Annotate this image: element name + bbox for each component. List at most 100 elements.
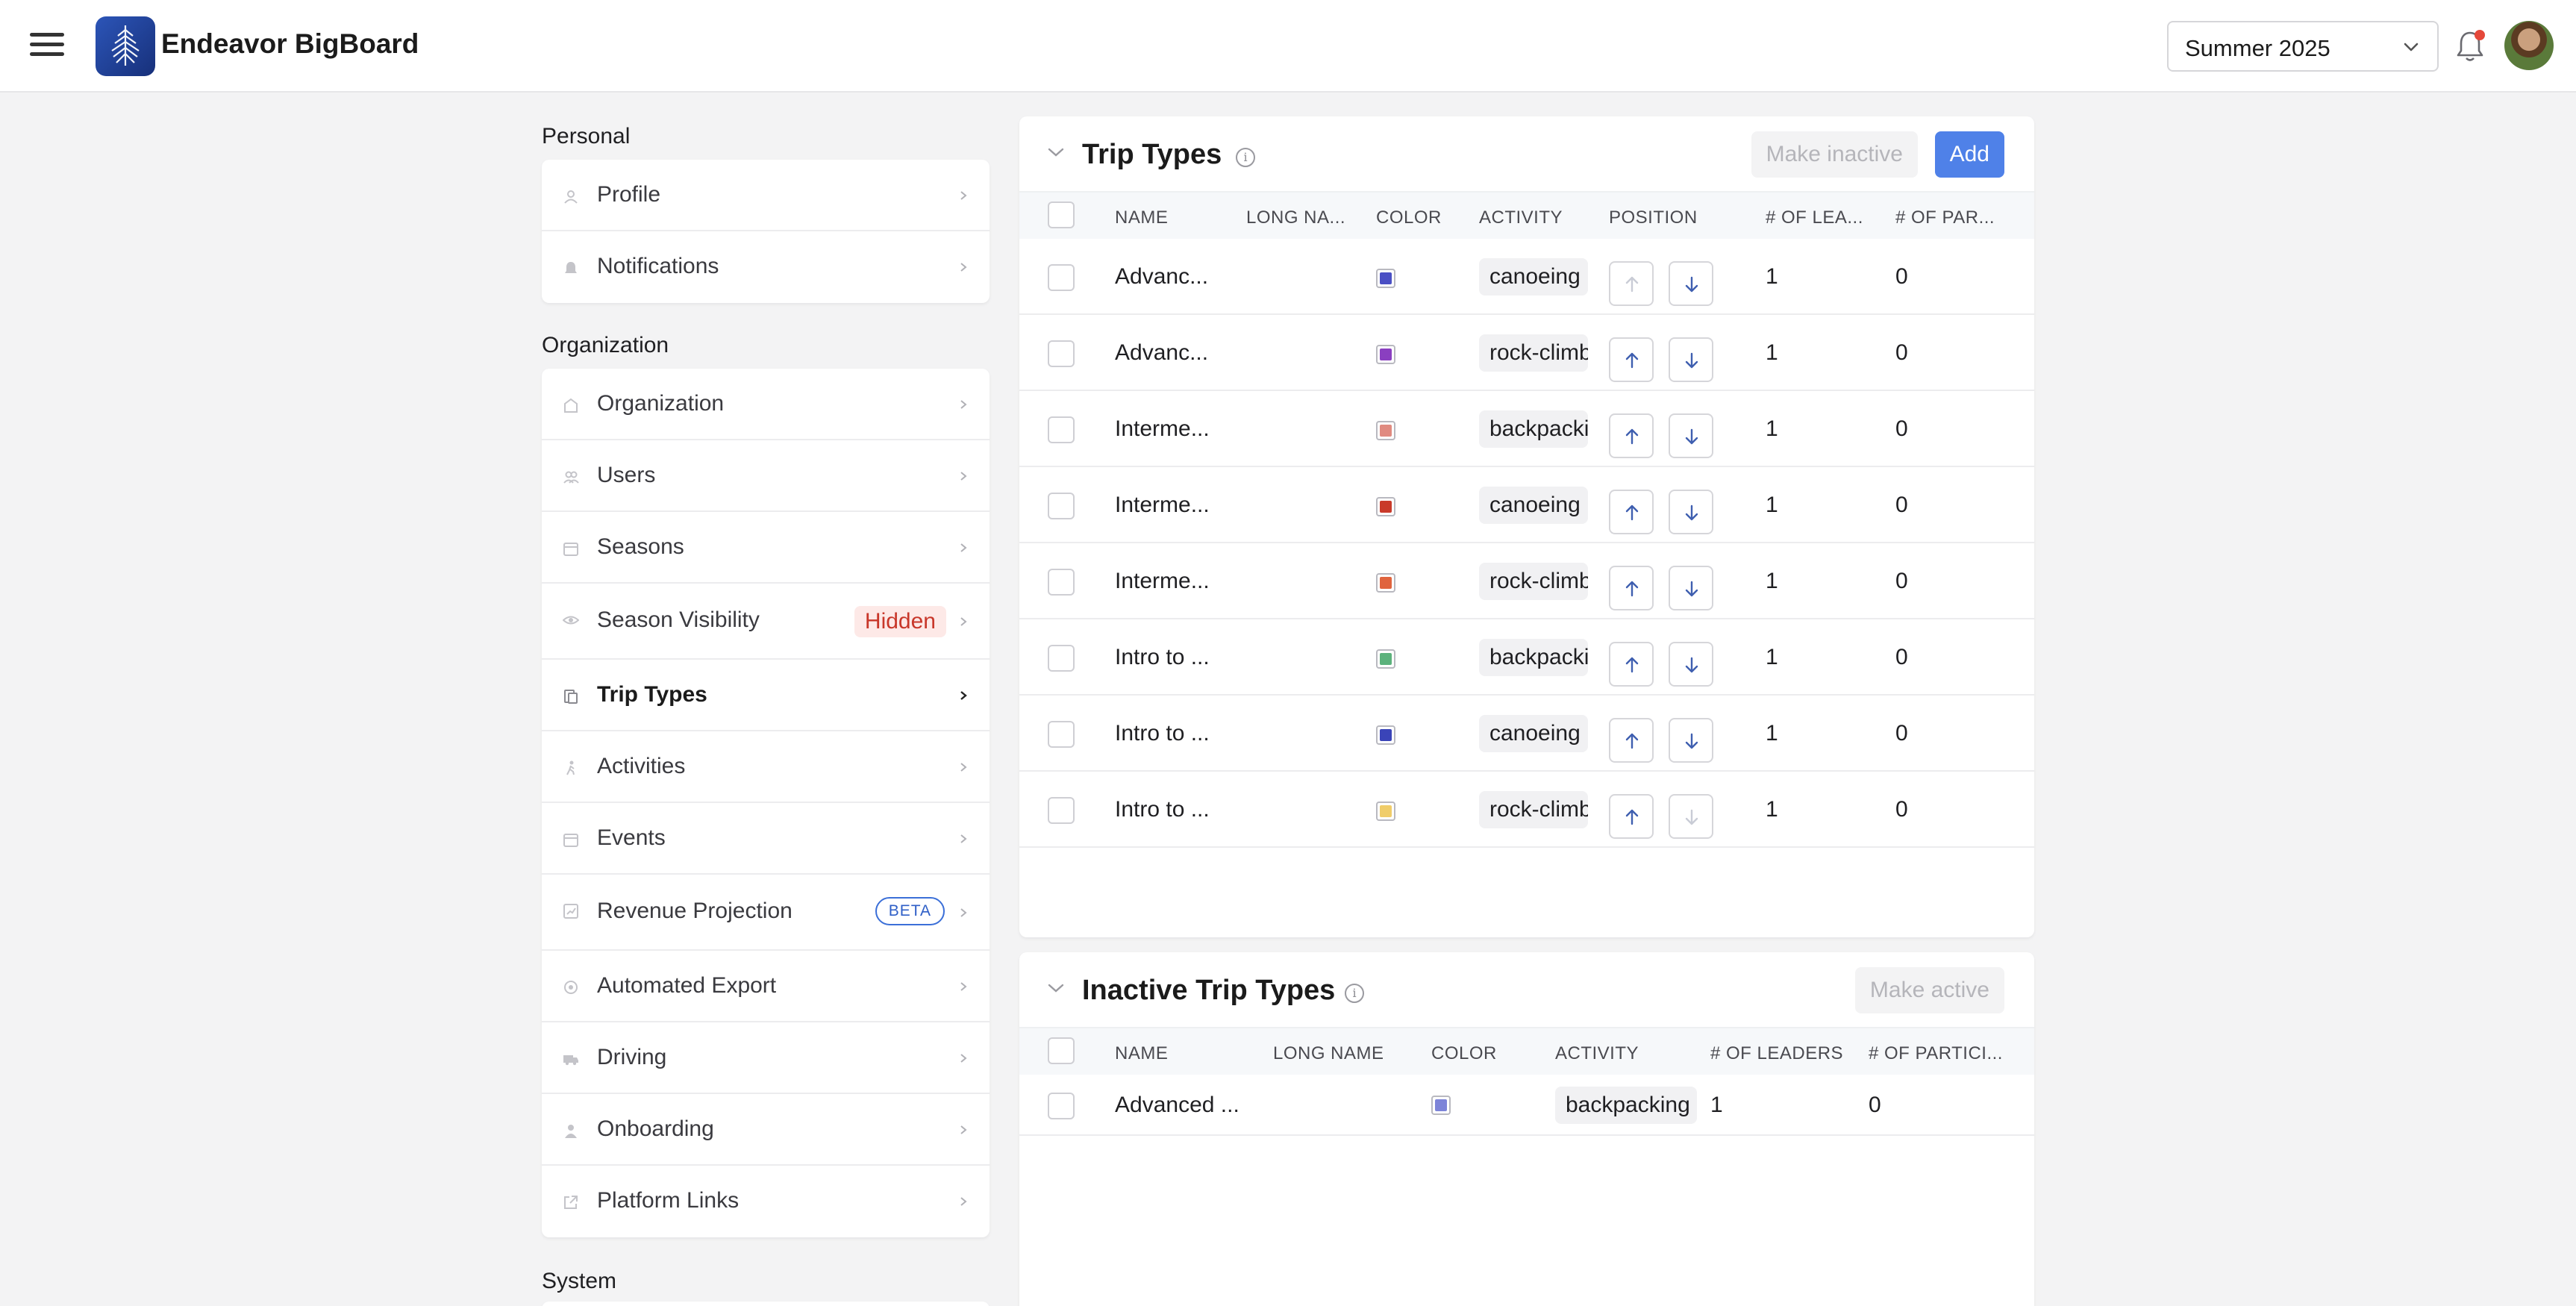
sidebar-item-trip-types[interactable]: Trip Types	[542, 660, 990, 731]
chevron-down-icon[interactable]	[1046, 145, 1066, 160]
column-header[interactable]: LONG NAME	[1273, 1043, 1384, 1064]
table-row: Intro to ... rock-climbing 1 0	[1019, 772, 2034, 848]
select-all-checkbox[interactable]	[1048, 201, 1075, 228]
column-header[interactable]: LONG NA...	[1246, 207, 1345, 228]
move-down-button[interactable]	[1669, 490, 1713, 534]
add-button[interactable]: Add	[1934, 131, 2004, 178]
building-icon	[564, 398, 578, 413]
column-header[interactable]: POSITION	[1609, 207, 1698, 228]
chevron-right-icon	[960, 834, 967, 843]
move-down-button[interactable]	[1669, 413, 1713, 458]
trip-name-cell[interactable]: Intro to ...	[1115, 645, 1210, 670]
column-header[interactable]: # OF PAR...	[1895, 207, 1995, 228]
chevron-right-icon	[960, 400, 967, 409]
sidebar-item-profile[interactable]: Profile	[542, 160, 990, 231]
row-checkbox[interactable]	[1048, 1093, 1075, 1119]
table-row: Interme... rock-climbing 1 0	[1019, 543, 2034, 619]
column-header[interactable]: # OF PARTICI...	[1869, 1043, 2003, 1064]
trip-types-panel: Trip Types Make inactive Add NAME LONG N…	[1019, 116, 2034, 937]
column-header[interactable]: COLOR	[1376, 207, 1442, 228]
move-up-button[interactable]	[1609, 642, 1654, 687]
bell-icon[interactable]	[2454, 28, 2486, 64]
trip-name-cell[interactable]: Advanc...	[1115, 340, 1208, 366]
sidebar-item-users[interactable]: Users	[542, 440, 990, 512]
activity-chip: canoeing	[1479, 487, 1588, 524]
sidebar-item-label: Revenue Projection	[597, 899, 793, 923]
bell-icon	[565, 262, 577, 273]
column-header[interactable]: ACTIVITY	[1555, 1043, 1639, 1064]
sidebar-item-organization[interactable]: Organization	[542, 369, 990, 440]
row-checkbox[interactable]	[1048, 340, 1075, 367]
move-up-button[interactable]	[1609, 794, 1654, 839]
trip-name-cell[interactable]: Advanced ...	[1115, 1093, 1239, 1118]
nav-group-personal: Profile Notifications	[542, 160, 990, 303]
select-all-checkbox[interactable]	[1048, 1037, 1075, 1064]
info-icon[interactable]	[1345, 984, 1364, 1003]
row-checkbox[interactable]	[1048, 493, 1075, 519]
hamburger-icon[interactable]	[30, 33, 64, 60]
sidebar-item-driving[interactable]: Driving	[542, 1022, 990, 1094]
participants-count: 0	[1895, 569, 1908, 593]
column-header[interactable]: # OF LEADERS	[1710, 1043, 1843, 1064]
color-swatch	[1376, 345, 1395, 364]
move-up-button[interactable]	[1609, 718, 1654, 763]
sidebar-item-automated-export[interactable]: Automated Export	[542, 951, 990, 1022]
trip-name-cell[interactable]: Intro to ...	[1115, 721, 1210, 746]
sidebar-item-events[interactable]: Events	[542, 803, 990, 875]
move-down-button[interactable]	[1669, 337, 1713, 382]
leaders-count: 1	[1766, 416, 1778, 441]
row-checkbox[interactable]	[1048, 721, 1075, 748]
trip-name-cell[interactable]: Intro to ...	[1115, 797, 1210, 822]
column-header[interactable]: ACTIVITY	[1479, 207, 1563, 228]
sidebar-item-label: Activities	[597, 754, 686, 778]
avatar[interactable]	[2504, 21, 2554, 70]
move-down-button[interactable]	[1669, 642, 1713, 687]
trip-name-cell[interactable]: Interme...	[1115, 416, 1210, 442]
move-up-button[interactable]	[1609, 337, 1654, 382]
activity-chip: canoeing	[1479, 258, 1588, 296]
sidebar-item-label: Season Visibility	[597, 607, 760, 632]
chevron-down-icon[interactable]	[1046, 981, 1066, 996]
arrow-down-icon	[1685, 657, 1698, 673]
trip-name-cell[interactable]: Interme...	[1115, 493, 1210, 518]
chevron-right-icon	[960, 1125, 967, 1134]
column-header[interactable]: NAME	[1115, 1043, 1168, 1064]
move-up-button[interactable]	[1609, 566, 1654, 610]
move-up-button[interactable]	[1609, 413, 1654, 458]
season-select[interactable]: Summer 2025	[2167, 21, 2439, 72]
section-label-personal: Personal	[542, 124, 631, 149]
row-checkbox[interactable]	[1048, 264, 1075, 291]
user-icon	[564, 190, 578, 204]
sidebar-item-seasons[interactable]: Seasons	[542, 512, 990, 584]
make-inactive-button[interactable]: Make inactive	[1751, 131, 1918, 178]
row-checkbox[interactable]	[1048, 569, 1075, 596]
column-header[interactable]: # OF LEA...	[1766, 207, 1863, 228]
row-checkbox[interactable]	[1048, 645, 1075, 672]
sidebar-item-revenue-projection[interactable]: Revenue Projection BETA	[542, 875, 990, 951]
move-up-button[interactable]	[1609, 490, 1654, 534]
info-icon[interactable]	[1236, 148, 1255, 167]
color-swatch	[1431, 1096, 1451, 1115]
sidebar-item-activities[interactable]: Activities	[542, 731, 990, 803]
sidebar-item-season-visibility[interactable]: Season Visibility Hidden	[542, 584, 990, 660]
move-down-button[interactable]	[1669, 261, 1713, 306]
sidebar-item-platform-links[interactable]: Platform Links	[542, 1166, 990, 1237]
sidebar-item-onboarding[interactable]: Onboarding	[542, 1094, 990, 1166]
column-header[interactable]: COLOR	[1431, 1043, 1497, 1064]
make-active-button[interactable]: Make active	[1854, 967, 2004, 1013]
move-down-button[interactable]	[1669, 718, 1713, 763]
sidebar-item-notifications[interactable]: Notifications	[542, 231, 990, 303]
move-down-button[interactable]	[1669, 566, 1713, 610]
chart-icon	[563, 904, 578, 919]
eye-icon	[563, 616, 579, 625]
leaders-count: 1	[1766, 797, 1778, 822]
trip-name-cell[interactable]: Advanc...	[1115, 264, 1208, 290]
sidebar-item-label: Platform Links	[597, 1188, 740, 1213]
row-checkbox[interactable]	[1048, 797, 1075, 824]
column-header[interactable]: NAME	[1115, 207, 1168, 228]
top-bar: Endeavor BigBoard Summer 2025	[0, 0, 2576, 93]
trip-name-cell[interactable]: Interme...	[1115, 569, 1210, 594]
row-checkbox[interactable]	[1048, 416, 1075, 443]
color-swatch	[1376, 497, 1395, 516]
pinecone-logo-icon[interactable]	[96, 16, 155, 76]
